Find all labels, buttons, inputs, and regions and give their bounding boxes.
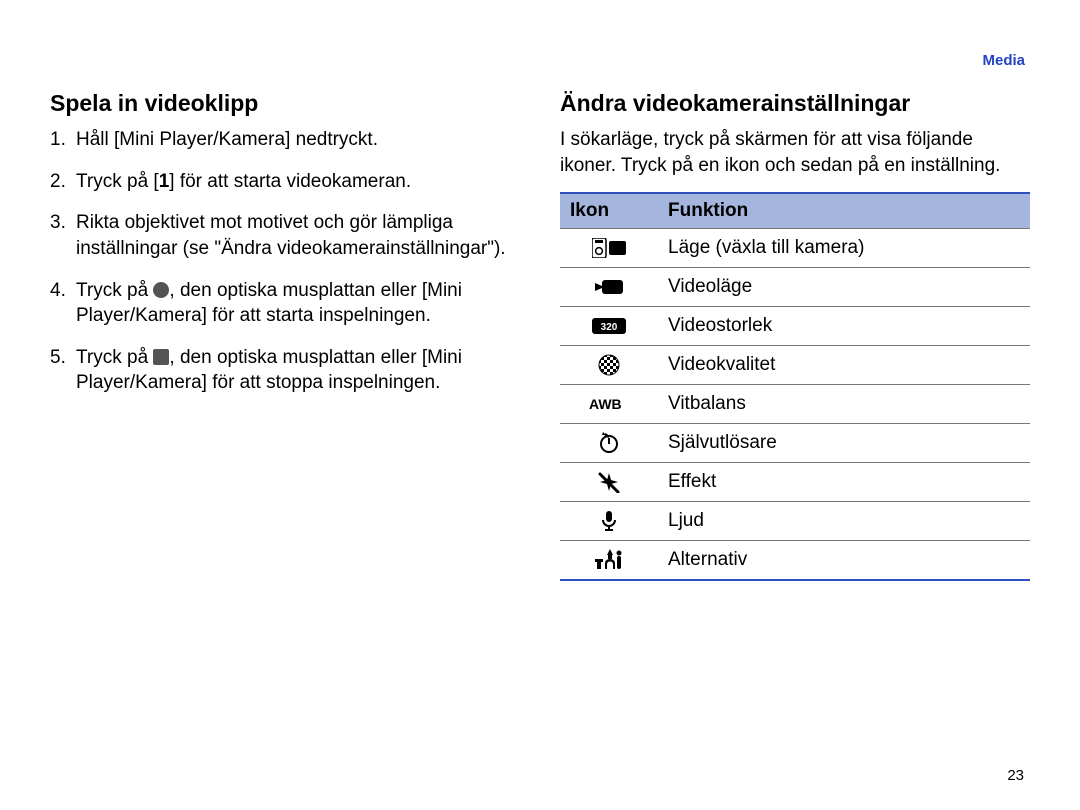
svg-text:320: 320 — [601, 322, 618, 333]
step-3-text: Rikta objektivet mot motivet och gör läm… — [76, 212, 506, 259]
options-icon — [560, 541, 658, 581]
step-2-text-b: ] för att starta videokameran. — [169, 171, 411, 192]
table-row: Videoläge — [560, 268, 1030, 307]
row-1-func: Videoläge — [658, 268, 1030, 307]
right-intro: I sökarläge, tryck på skärmen för att vi… — [560, 127, 1030, 178]
row-7-func: Ljud — [658, 502, 1030, 541]
step-5-text-a: Tryck på — [76, 347, 153, 368]
table-row: Effekt — [560, 463, 1030, 502]
right-column: Ändra videokamerainställningar I sökarlä… — [560, 90, 1030, 581]
table-row: 320 Videostorlek — [560, 307, 1030, 346]
breadcrumb: Media — [982, 52, 1025, 69]
sound-icon — [560, 502, 658, 541]
stop-icon — [153, 349, 169, 365]
mode-switch-icon — [560, 229, 658, 268]
step-4: Tryck på , den optiska musplattan eller … — [50, 278, 520, 329]
self-timer-icon — [560, 424, 658, 463]
step-1: Håll [Mini Player/Kamera] nedtryckt. — [50, 127, 520, 153]
record-icon — [153, 282, 169, 298]
col-header-icon: Ikon — [560, 193, 658, 229]
row-0-func: Läge (växla till kamera) — [658, 229, 1030, 268]
table-row: Ljud — [560, 502, 1030, 541]
table-row: Alternativ — [560, 541, 1030, 581]
step-5: Tryck på , den optiska musplattan eller … — [50, 345, 520, 396]
table-row: Självutlösare — [560, 424, 1030, 463]
table-row: AWB Vitbalans — [560, 385, 1030, 424]
step-2-text-a: Tryck på [ — [76, 171, 159, 192]
row-2-func: Videostorlek — [658, 307, 1030, 346]
step-4-text-a: Tryck på — [76, 280, 153, 301]
left-column: Spela in videoklipp Håll [Mini Player/Ka… — [50, 90, 520, 581]
step-3: Rikta objektivet mot motivet och gör läm… — [50, 210, 520, 261]
content-columns: Spela in videoklipp Håll [Mini Player/Ka… — [50, 50, 1030, 581]
table-row: Videokvalitet — [560, 346, 1030, 385]
video-mode-icon — [560, 268, 658, 307]
left-heading: Spela in videoklipp — [50, 90, 520, 117]
right-heading: Ändra videokamerainställningar — [560, 90, 1030, 117]
page-root: Media Spela in videoklipp Håll [Mini Pla… — [0, 0, 1080, 810]
step-1-text: Håll [Mini Player/Kamera] nedtryckt. — [76, 129, 378, 150]
table-header-row: Ikon Funktion — [560, 193, 1030, 229]
row-5-func: Självutlösare — [658, 424, 1030, 463]
video-size-icon: 320 — [560, 307, 658, 346]
step-2-key: 1 — [159, 171, 170, 192]
svg-text:AWB: AWB — [589, 396, 622, 412]
step-2: Tryck på [1] för att starta videokameran… — [50, 169, 520, 195]
row-8-func: Alternativ — [658, 541, 1030, 581]
steps-list: Håll [Mini Player/Kamera] nedtryckt. Try… — [50, 127, 520, 396]
effect-icon — [560, 463, 658, 502]
white-balance-icon: AWB — [560, 385, 658, 424]
col-header-func: Funktion — [658, 193, 1030, 229]
page-number: 23 — [1007, 767, 1024, 784]
row-6-func: Effekt — [658, 463, 1030, 502]
settings-table: Ikon Funktion — [560, 192, 1030, 581]
row-4-func: Vitbalans — [658, 385, 1030, 424]
row-3-func: Videokvalitet — [658, 346, 1030, 385]
table-row: Läge (växla till kamera) — [560, 229, 1030, 268]
video-quality-icon — [560, 346, 658, 385]
